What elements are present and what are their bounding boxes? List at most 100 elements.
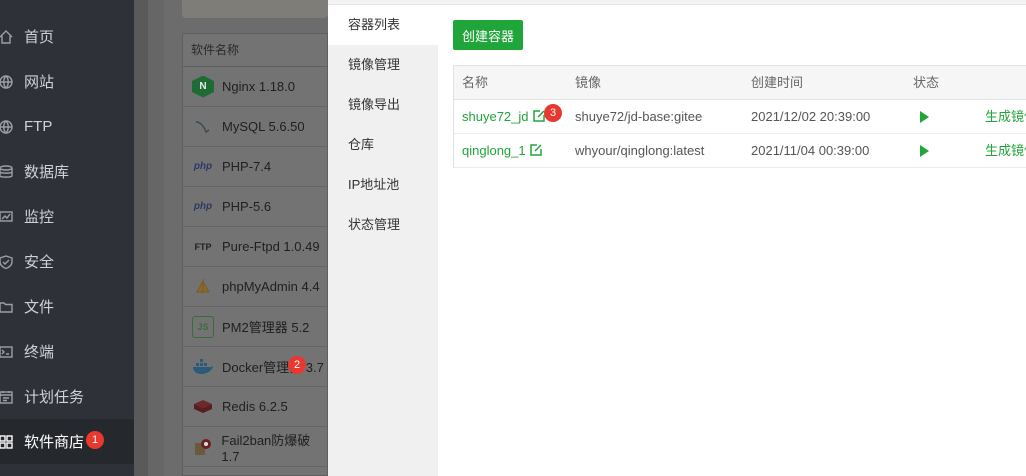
tab-repository[interactable]: 仓库 — [328, 125, 438, 165]
software-name: MySQL 5.6.50 — [222, 119, 305, 134]
generate-image-link[interactable]: 生成镜像 — [985, 100, 1026, 134]
software-row-mysql[interactable]: MySQL 5.6.50 — [183, 107, 329, 147]
column-header-status: 状态 — [913, 75, 940, 90]
sidebar-item-monitor[interactable]: 监控 — [0, 194, 134, 239]
edit-icon[interactable] — [529, 135, 542, 156]
software-row-php56[interactable]: php PHP-5.6 — [183, 187, 329, 227]
table-header: 名称 镜像 创建时间 状态 — [454, 66, 1026, 100]
dialog-side-nav: 容器列表 镜像管理 镜像导出 仓库 IP地址池 状态管理 — [328, 5, 438, 476]
sidebar-item-label: 监控 — [24, 209, 55, 226]
software-row-phpmyadmin[interactable]: phpMyAdmin 4.4 — [183, 267, 329, 307]
step-badge: 2 — [288, 356, 306, 374]
docker-manager-dialog: 容器列表 镜像管理 镜像导出 仓库 IP地址池 状态管理 创建容器 名称 镜像 … — [328, 0, 1026, 476]
software-list-panel: 软件名称 N Nginx 1.18.0 MySQL 5.6.50 php PHP… — [164, 0, 329, 476]
grid-icon — [0, 434, 14, 450]
software-name-header: 软件名称 — [183, 34, 327, 67]
mysql-icon — [192, 116, 214, 138]
container-name-link[interactable]: qinglong_1 — [462, 143, 526, 158]
container-image: whyour/qinglong:latest — [575, 143, 705, 158]
container-table: 名称 镜像 创建时间 状态 shuye72_jd shuye72/jd-base… — [453, 65, 1026, 168]
container-created-time: 2021/12/02 20:39:00 — [751, 109, 871, 124]
software-row-php74[interactable]: php PHP-7.4 — [183, 147, 329, 187]
content-gutter — [148, 0, 164, 476]
globe-icon — [0, 119, 14, 135]
column-header-created: 创建时间 — [751, 75, 804, 90]
create-container-button[interactable]: 创建容器 — [453, 20, 523, 50]
sidebar-item-website[interactable]: 网站 — [0, 59, 134, 104]
docker-icon — [192, 356, 214, 378]
step-badge: 3 — [544, 104, 562, 122]
fail2ban-icon — [192, 436, 213, 458]
sidebar-item-cron[interactable]: 计划任务 — [0, 374, 134, 419]
php-icon: php — [193, 161, 213, 172]
tab-image-management[interactable]: 镜像管理 — [328, 45, 438, 85]
calendar-icon — [0, 389, 14, 405]
software-row-docker[interactable]: Docker管理器 3.7 — [183, 347, 329, 387]
sidebar-item-app-store[interactable]: 软件商店 — [0, 419, 134, 464]
sidebar-item-label: 软件商店 — [24, 434, 85, 451]
sidebar-item-terminal[interactable]: 终端 — [0, 329, 134, 374]
phpmyadmin-icon — [192, 276, 214, 298]
sidebar-scrollbar — [134, 0, 148, 476]
container-name-cell: qinglong_1 — [462, 134, 542, 168]
sidebar-item-security[interactable]: 安全 — [0, 239, 134, 284]
sidebar-item-label: 首页 — [24, 29, 55, 46]
software-name: Docker管理器 3.7 — [222, 360, 324, 375]
software-name: Nginx 1.18.0 — [222, 79, 295, 94]
edit-icon[interactable] — [532, 101, 545, 122]
tab-status-management[interactable]: 状态管理 — [328, 205, 438, 245]
sidebar-item-label: 文件 — [24, 299, 55, 316]
software-row-pm2[interactable]: JS PM2管理器 5.2 — [183, 307, 329, 347]
container-created-time: 2021/11/04 00:39:00 — [751, 143, 870, 158]
table-row: shuye72_jd shuye72/jd-base:gitee 2021/12… — [454, 100, 1026, 134]
software-name: PM2管理器 5.2 — [222, 320, 310, 335]
software-name: Fail2ban防爆破 1.7 — [221, 432, 311, 464]
column-header-image: 镜像 — [575, 75, 602, 90]
home-icon — [0, 29, 14, 45]
tab-container-list[interactable]: 容器列表 — [328, 5, 438, 45]
sidebar-item-home[interactable]: 首页 — [0, 14, 134, 59]
database-icon — [0, 164, 14, 180]
play-icon[interactable] — [920, 111, 929, 123]
table-row: qinglong_1 whyour/qinglong:latest 2021/1… — [454, 134, 1026, 168]
play-icon[interactable] — [920, 145, 929, 157]
software-name: PHP-5.6 — [222, 199, 272, 214]
generate-image-link[interactable]: 生成镜像 — [985, 134, 1026, 168]
nodejs-icon: JS — [192, 315, 214, 338]
monitor-icon — [0, 209, 14, 225]
tab-ip-pool[interactable]: IP地址池 — [328, 165, 438, 205]
software-name: Pure-Ftpd 1.0.49 — [222, 239, 320, 254]
software-table: 软件名称 N Nginx 1.18.0 MySQL 5.6.50 php PHP… — [182, 33, 329, 476]
column-header-name: 名称 — [462, 75, 489, 90]
software-name: Redis 6.2.5 — [222, 399, 288, 414]
step-badge: 1 — [86, 431, 104, 449]
php-icon: php — [193, 201, 213, 212]
nginx-icon: N — [192, 75, 214, 98]
software-row-pureftpd[interactable]: FTP Pure-Ftpd 1.0.49 — [183, 227, 329, 267]
container-image: shuye72/jd-base:gitee — [575, 109, 703, 124]
globe-icon — [0, 74, 14, 90]
software-row-redis[interactable]: Redis 6.2.5 — [183, 387, 329, 427]
tab-image-export[interactable]: 镜像导出 — [328, 85, 438, 125]
sidebar-item-ftp[interactable]: FTP — [0, 104, 134, 149]
sidebar-item-label: 计划任务 — [24, 389, 85, 406]
terminal-icon — [0, 344, 14, 360]
sidebar: 首页 网站 FTP 数据库 监控 安全 文件 终端 计划任务 软件商店 1 — [0, 0, 134, 476]
sidebar-item-database[interactable]: 数据库 — [0, 149, 134, 194]
sidebar-item-label: FTP — [24, 118, 53, 135]
redis-icon — [192, 396, 214, 418]
soft-top-bar — [182, 0, 328, 18]
software-row-nginx[interactable]: N Nginx 1.18.0 — [183, 67, 329, 107]
software-name: phpMyAdmin 4.4 — [222, 279, 320, 294]
software-name: PHP-7.4 — [222, 159, 272, 174]
shield-icon — [0, 254, 14, 270]
container-name-link[interactable]: shuye72_jd — [462, 109, 529, 124]
ftp-icon: FTP — [194, 241, 212, 252]
folder-icon — [0, 299, 14, 315]
sidebar-item-label: 安全 — [24, 254, 55, 271]
software-row-fail2ban[interactable]: Fail2ban防爆破 1.7 — [183, 427, 329, 467]
sidebar-item-label: 数据库 — [24, 164, 70, 181]
sidebar-item-label: 终端 — [24, 344, 55, 361]
sidebar-item-files[interactable]: 文件 — [0, 284, 134, 329]
container-name-cell: shuye72_jd — [462, 100, 545, 134]
